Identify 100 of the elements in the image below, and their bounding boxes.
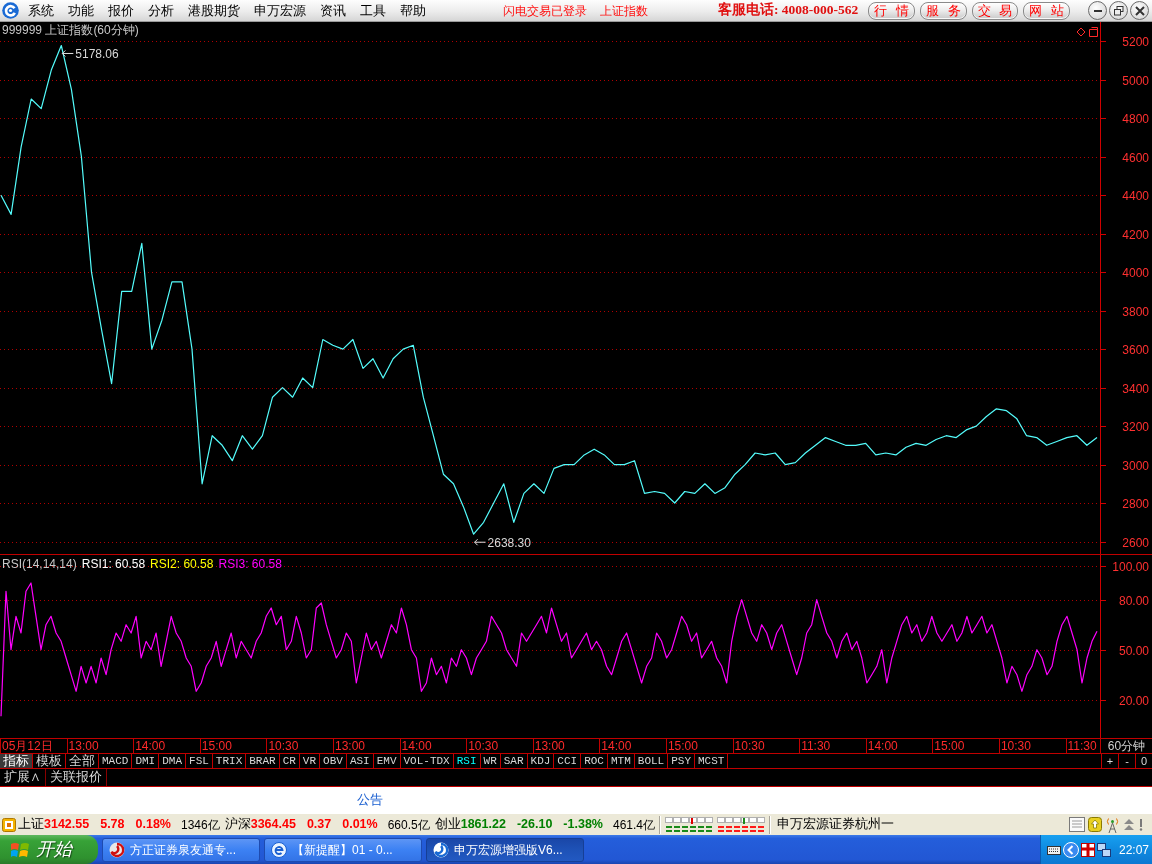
index-change: 5.78 xyxy=(100,816,125,834)
indicator-tab[interactable]: MACD xyxy=(99,754,133,768)
time-axis-label: 14:00 xyxy=(133,739,200,753)
panel-tab[interactable]: 指标 xyxy=(0,754,33,768)
y-axis-label: 3800 xyxy=(1122,305,1149,319)
indicator-tab[interactable]: VOL-TDX xyxy=(400,754,454,768)
logo-icon xyxy=(2,2,19,19)
y-axis-label: 20.00 xyxy=(1118,694,1149,708)
arrow-icon xyxy=(474,538,487,546)
menu-item[interactable]: 报价 xyxy=(101,0,141,21)
y-axis-label: 4400 xyxy=(1122,189,1149,203)
menu-item[interactable]: 分析 xyxy=(141,0,181,21)
chart-title: 999999 上证指数(60分钟) xyxy=(2,22,139,38)
y-axis-label: 2600 xyxy=(1122,536,1149,550)
menu-item[interactable]: 系统 xyxy=(21,0,61,21)
broker-name: 申万宏源证券杭州一 xyxy=(777,816,894,834)
taskbar-button[interactable]: 【新提醒】01 - 0... xyxy=(264,837,422,862)
time-axis-label: 13:00 xyxy=(532,739,600,753)
time-axis-label: 10:30 xyxy=(466,739,533,753)
close-icon xyxy=(1134,5,1145,16)
taskbar-button[interactable]: 方正证券泉友通专... xyxy=(102,837,260,862)
back-icon[interactable] xyxy=(1063,841,1079,858)
y-axis-label: 5200 xyxy=(1122,35,1149,49)
index-percent: 0.18% xyxy=(135,816,171,834)
index-percent: 0.01% xyxy=(342,816,378,834)
index-name: 创业 xyxy=(434,816,461,834)
menu-item[interactable]: 资讯 xyxy=(313,0,353,21)
legend-label: RSI2: 60.58 xyxy=(150,556,214,572)
y-axis-label: 100.00 xyxy=(1112,560,1149,574)
menu-item[interactable]: 帮助 xyxy=(393,0,433,21)
index-name: 沪深 xyxy=(224,816,251,834)
menu-item[interactable]: 港股期货 xyxy=(181,0,247,21)
index-turnover: 1346亿 xyxy=(181,816,220,834)
y-axis-label: 4000 xyxy=(1122,266,1149,280)
legend-label: RSI3: 60.58 xyxy=(218,556,282,572)
cross-flag-icon[interactable] xyxy=(1081,842,1095,857)
time-axis-label: 15:00 xyxy=(932,739,999,753)
time-axis-label: 10:30 xyxy=(998,739,1066,753)
double-arrow-up-icon[interactable] xyxy=(1123,817,1135,832)
menu-item[interactable]: 工具 xyxy=(353,0,393,21)
panel-tab[interactable]: 模板 xyxy=(33,754,66,768)
y-axis-label: 3000 xyxy=(1122,459,1149,473)
notice-text: 上证指数 xyxy=(600,2,648,20)
menu-item[interactable]: 申万宏源 xyxy=(247,0,313,21)
swirl-icon xyxy=(109,841,125,858)
keyboard-icon[interactable] xyxy=(1047,843,1061,856)
indicator-tab[interactable]: MCST xyxy=(695,754,729,768)
time-axis-label: 15:00 xyxy=(665,739,733,753)
restore-icon xyxy=(1113,5,1124,16)
menu-item[interactable]: 功能 xyxy=(61,0,101,21)
time-axis-label: 11:30 xyxy=(1065,739,1100,753)
clock-text: 22:07 xyxy=(1119,841,1150,859)
index-name: 上证 xyxy=(18,816,44,834)
start-button[interactable]: 开始 xyxy=(0,835,98,864)
y-axis-label: 4200 xyxy=(1122,228,1149,242)
minimize-button[interactable] xyxy=(1088,1,1107,20)
taskbar-button[interactable]: 申万宏源增强版V6... xyxy=(426,837,584,862)
time-axis-label: 13:00 xyxy=(332,739,400,753)
bulletin-title: 公告 xyxy=(356,791,384,810)
y-axis-label: 50.00 xyxy=(1118,644,1149,658)
close-button[interactable] xyxy=(1130,1,1149,20)
time-axis-label: 11:30 xyxy=(799,739,866,753)
panel-tab[interactable]: 全部 xyxy=(66,754,99,768)
period-label: 60分钟 xyxy=(1100,739,1152,753)
index-value: 3364.45 xyxy=(250,816,296,834)
notice-text: 闪电交易已登录 xyxy=(503,2,587,20)
chart-title: RSI(14,14,14) xyxy=(2,556,77,572)
y-axis-label: 3200 xyxy=(1122,420,1149,434)
index-value: 1861.22 xyxy=(460,816,506,834)
restore-button[interactable] xyxy=(1109,1,1128,20)
extreme-value-label: 2638.30 xyxy=(487,535,531,550)
time-axis-label: 14:00 xyxy=(865,739,933,753)
document-icon[interactable] xyxy=(1069,817,1085,832)
hotline-text: 客服电话: 4008-000-562 xyxy=(718,1,859,20)
diamond-icon[interactable] xyxy=(1076,27,1086,37)
y-axis-label: 80.00 xyxy=(1118,594,1149,608)
upload-tile-icon[interactable] xyxy=(1088,817,1102,832)
extreme-value-label: 5178.06 xyxy=(75,47,119,61)
y-axis-label: 4800 xyxy=(1122,112,1149,126)
y-axis-label: 2800 xyxy=(1122,497,1149,511)
arrow-icon xyxy=(61,50,74,57)
index-change: 0.37 xyxy=(306,816,332,834)
indicator-tab[interactable]: VR xyxy=(299,754,321,768)
exclamation-icon[interactable] xyxy=(1138,818,1144,831)
y-axis-label: 3400 xyxy=(1122,382,1149,396)
app-icon[interactable] xyxy=(2,817,16,832)
y-axis-label: 3600 xyxy=(1122,343,1149,357)
time-axis-label: 13:00 xyxy=(66,739,134,753)
time-axis-label: 10:30 xyxy=(266,739,333,753)
time-axis-label: 05月12日 xyxy=(0,739,67,753)
indicator-tab[interactable]: MTM xyxy=(608,754,635,768)
time-axis-label: 10:30 xyxy=(732,739,800,753)
antenna-icon[interactable] xyxy=(1105,816,1120,833)
indicator-tab[interactable]: WR xyxy=(480,754,501,768)
network-icon[interactable] xyxy=(1097,842,1111,857)
indicator-tab[interactable]: OBV xyxy=(320,754,347,768)
swirl-icon xyxy=(433,841,449,858)
index-value: 3142.55 xyxy=(44,816,90,834)
index-turnover: 660.5亿 xyxy=(387,816,430,834)
indicator-tab[interactable]: CCI xyxy=(554,754,582,768)
